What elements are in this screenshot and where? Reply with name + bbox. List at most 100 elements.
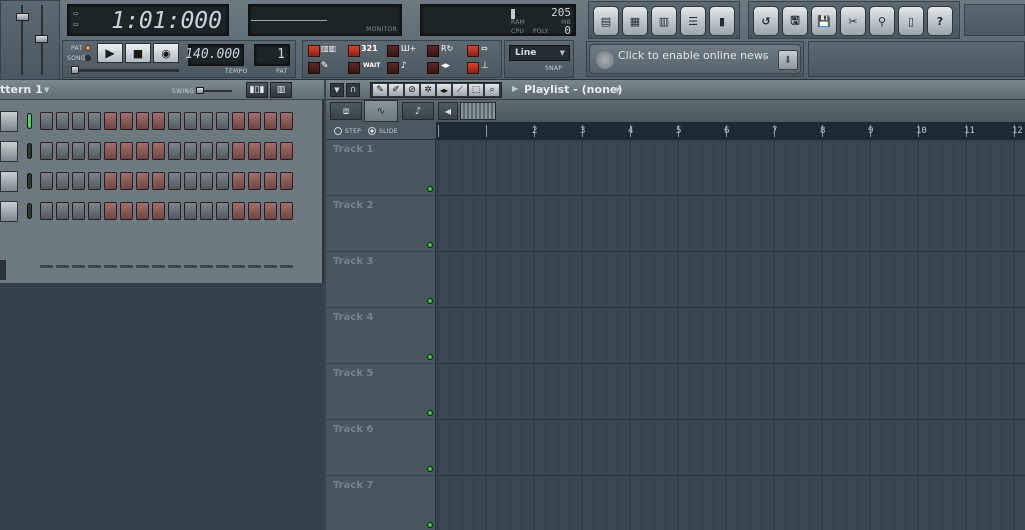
loop-record-toggle[interactable] (467, 45, 479, 57)
step-button[interactable] (40, 112, 53, 130)
step-button[interactable] (120, 172, 133, 190)
step-button[interactable] (72, 142, 85, 160)
slip-tool-icon[interactable]: ◂▸ (437, 84, 451, 96)
track-mute-dot[interactable] (427, 242, 433, 248)
track-mute-dot[interactable] (427, 410, 433, 416)
step-button[interactable] (232, 172, 245, 190)
step-button[interactable] (136, 202, 149, 220)
track-mute-dot[interactable] (427, 522, 433, 528)
step-button[interactable] (136, 142, 149, 160)
playlist-menu-button[interactable]: ▼ (330, 83, 344, 97)
rack-scroll-left[interactable] (0, 260, 6, 280)
track-header[interactable]: Track 7 (326, 476, 436, 530)
slice-tool-icon[interactable]: ⟋ (453, 84, 467, 96)
step-button[interactable] (56, 142, 69, 160)
play-button[interactable]: ▶ (97, 43, 123, 63)
step-button[interactable] (264, 172, 277, 190)
track-header[interactable]: Track 6 (326, 420, 436, 476)
swing-slider-handle[interactable] (196, 87, 204, 94)
tab-automation[interactable]: ∿ (364, 100, 398, 122)
step-button[interactable] (136, 172, 149, 190)
step-button[interactable] (232, 202, 245, 220)
step-button[interactable] (232, 112, 245, 130)
mixer-button[interactable]: ▮ (709, 6, 735, 36)
track-header[interactable]: Track 5 (326, 364, 436, 420)
playlist-window-button[interactable]: ▤ (593, 6, 619, 36)
step-button[interactable] (216, 112, 229, 130)
tabs-scroll-left[interactable]: ◀ (438, 102, 458, 120)
step-button[interactable] (168, 142, 181, 160)
step-button[interactable] (216, 202, 229, 220)
step-button[interactable] (152, 202, 165, 220)
song-position-track[interactable] (71, 69, 179, 72)
pat-mode-radio[interactable] (85, 45, 91, 51)
step-button[interactable] (72, 202, 85, 220)
master-volume-handle[interactable] (16, 13, 29, 21)
browser-button[interactable]: ☰ (680, 6, 706, 36)
step-button[interactable] (232, 142, 245, 160)
step-button[interactable] (72, 112, 85, 130)
channel-name-button[interactable] (0, 171, 18, 192)
step-button[interactable] (184, 142, 197, 160)
mute-tool-icon[interactable]: ✲ (421, 84, 435, 96)
step-button[interactable] (56, 202, 69, 220)
step-button[interactable] (168, 202, 181, 220)
step-button[interactable] (40, 142, 53, 160)
track-header[interactable]: Track 3 (326, 252, 436, 308)
track-mute-dot[interactable] (427, 354, 433, 360)
save-new-button[interactable]: 🖫 (782, 6, 808, 36)
track-mute-dot[interactable] (427, 298, 433, 304)
step-button[interactable] (104, 112, 117, 130)
help-button[interactable]: ? (927, 6, 953, 36)
step-button[interactable] (72, 172, 85, 190)
step-button[interactable] (120, 202, 133, 220)
record-mode-toggle[interactable] (427, 45, 439, 57)
channel-name-button[interactable] (0, 111, 18, 132)
step-button[interactable] (184, 112, 197, 130)
step-button[interactable] (264, 112, 277, 130)
tab-patterns[interactable]: ⧈ (330, 102, 362, 120)
step-button[interactable] (200, 202, 213, 220)
step-button[interactable] (200, 172, 213, 190)
step-button[interactable] (152, 112, 165, 130)
playlist-timeline-ruler[interactable]: 2345678910111213 (436, 122, 1025, 140)
step-button[interactable] (280, 112, 293, 130)
playlist-grid[interactable] (436, 140, 1025, 530)
playlist-title-chevron-icon[interactable]: ▼ (615, 86, 620, 94)
snap-select[interactable]: Line ▼ (509, 45, 570, 61)
step-button[interactable] (152, 172, 165, 190)
step-button[interactable] (56, 172, 69, 190)
channel-select-led[interactable] (27, 203, 32, 219)
slide-mode-radio[interactable] (368, 127, 376, 135)
step-button[interactable] (200, 142, 213, 160)
stop-button[interactable]: ■ (125, 43, 151, 63)
pattern-number-display[interactable]: 1 (254, 44, 290, 66)
step-button[interactable] (216, 142, 229, 160)
step-button[interactable] (56, 112, 69, 130)
step-edit-toggle[interactable] (387, 45, 399, 57)
undo-button[interactable]: ↺ (753, 6, 779, 36)
tools-button[interactable]: ✂ (840, 6, 866, 36)
multilink-toggle[interactable] (427, 62, 439, 74)
step-button[interactable] (152, 142, 165, 160)
track-header[interactable]: Track 2 (326, 196, 436, 252)
step-mode-radio[interactable] (334, 127, 342, 135)
paint-tool-icon[interactable]: ✐ (389, 84, 403, 96)
step-button[interactable] (216, 172, 229, 190)
step-button[interactable] (280, 172, 293, 190)
time-display[interactable]: ▭ ▭ 1:01:000 (67, 4, 229, 36)
track-mute-dot[interactable] (427, 466, 433, 472)
punch-toggle[interactable] (467, 62, 479, 74)
step-button[interactable] (184, 172, 197, 190)
step-sequencer-button[interactable]: ▦ (622, 6, 648, 36)
step-button[interactable] (264, 142, 277, 160)
news-download-button[interactable]: ⬇ (778, 50, 798, 70)
step-button[interactable] (120, 112, 133, 130)
step-button[interactable] (88, 142, 101, 160)
step-button[interactable] (120, 142, 133, 160)
step-button[interactable] (264, 202, 277, 220)
metronome-toggle[interactable] (308, 45, 320, 57)
step-button[interactable] (248, 202, 261, 220)
step-button[interactable] (168, 112, 181, 130)
step-button[interactable] (104, 172, 117, 190)
